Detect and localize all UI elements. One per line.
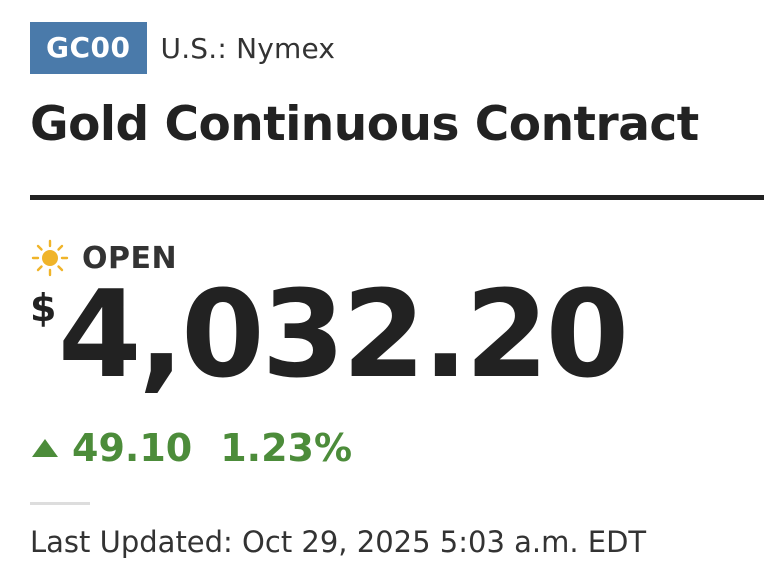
change-value: 49.10 xyxy=(72,426,193,471)
title-divider xyxy=(30,195,764,201)
price-change: 49.10 1.23% xyxy=(30,424,764,472)
short-divider xyxy=(30,502,90,506)
up-arrow-icon xyxy=(32,439,58,458)
page-title: Gold Continuous Contract xyxy=(30,97,699,152)
price-block: $ 4,032.20 xyxy=(30,270,764,402)
price-value: 4,032.20 xyxy=(58,266,629,406)
ticker-row: GC00 U.S.: Nymex xyxy=(30,22,764,74)
ticker-symbol-badge[interactable]: GC00 xyxy=(30,22,147,74)
currency-symbol: $ xyxy=(30,286,57,331)
exchange-label: U.S.: Nymex xyxy=(160,31,336,65)
change-percent: 1.23% xyxy=(220,426,353,471)
quote-header: GC00 U.S.: Nymex Gold Continuous Contrac… xyxy=(30,22,764,559)
last-updated-timestamp: Last Updated: Oct 29, 2025 5:03 a.m. EDT xyxy=(30,525,647,560)
